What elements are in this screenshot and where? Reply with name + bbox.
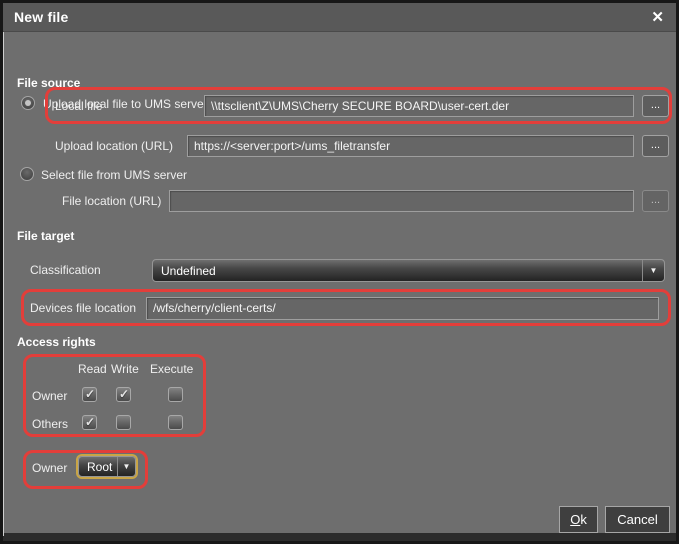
- file-target-header: File target: [17, 229, 74, 243]
- chevron-down-icon[interactable]: ▼: [642, 260, 664, 281]
- column-header-execute: Execute: [150, 362, 193, 376]
- local-file-input[interactable]: \\ttsclient\Z\UMS\Cherry SECURE BOARD\us…: [204, 95, 634, 117]
- checkbox-owner-execute[interactable]: [168, 387, 183, 402]
- owner-dropdown[interactable]: Root ▼: [78, 456, 136, 477]
- checkbox-owner-write[interactable]: [116, 387, 131, 402]
- row-owner-label: Owner: [32, 389, 67, 403]
- owner-dropdown-value: Root: [87, 460, 112, 474]
- local-file-browse-button[interactable]: ...: [642, 95, 669, 117]
- checkbox-owner-read[interactable]: [82, 387, 97, 402]
- access-rights-header: Access rights: [17, 335, 96, 349]
- ok-button-label: Ok: [560, 507, 597, 532]
- checkbox-others-execute[interactable]: [168, 415, 183, 430]
- local-file-value: \\ttsclient\Z\UMS\Cherry SECURE BOARD\us…: [211, 99, 509, 113]
- classification-dropdown[interactable]: Undefined ▼: [152, 259, 665, 282]
- upload-location-label: Upload location (URL): [55, 139, 173, 153]
- devices-file-location-value: /wfs/cherry/client-certs/: [153, 301, 276, 315]
- devices-file-location-input[interactable]: /wfs/cherry/client-certs/: [146, 297, 659, 320]
- radio-select-from-ums[interactable]: [20, 167, 34, 181]
- classification-value: Undefined: [161, 264, 216, 278]
- file-location-input[interactable]: [169, 190, 634, 212]
- dialog-body: File source Upload local file to UMS ser…: [4, 33, 676, 533]
- column-header-write: Write: [111, 362, 139, 376]
- cancel-button-label: Cancel: [606, 507, 669, 532]
- radio-select-from-ums-label: Select file from UMS server: [41, 168, 187, 182]
- row-others-label: Others: [32, 417, 68, 431]
- window-bottom-border: [3, 533, 676, 541]
- upload-location-value: https://<server:port>/ums_filetransfer: [194, 139, 390, 153]
- window-edge-highlight: [3, 3, 4, 536]
- close-icon[interactable]: ✕: [651, 8, 664, 26]
- file-source-header: File source: [17, 76, 80, 90]
- cancel-button[interactable]: Cancel: [605, 506, 670, 533]
- ok-button[interactable]: Ok: [559, 506, 598, 533]
- checkbox-others-write[interactable]: [116, 415, 131, 430]
- classification-label: Classification: [30, 263, 101, 277]
- dialog-title: New file: [14, 9, 69, 25]
- checkbox-others-read[interactable]: [82, 415, 97, 430]
- owner-select-label: Owner: [32, 461, 67, 475]
- column-header-read: Read: [78, 362, 107, 376]
- local-file-label: Local file: [55, 99, 102, 113]
- file-location-label: File location (URL): [62, 194, 161, 208]
- new-file-dialog: New file ✕ File source Upload local file…: [0, 0, 679, 544]
- upload-location-input[interactable]: https://<server:port>/ums_filetransfer: [187, 135, 634, 157]
- file-location-browse-button[interactable]: ...: [642, 190, 669, 212]
- dialog-titlebar[interactable]: New file ✕: [3, 3, 676, 32]
- upload-location-browse-button[interactable]: ...: [642, 135, 669, 157]
- devices-file-location-label: Devices file location: [30, 301, 136, 315]
- chevron-down-icon[interactable]: ▼: [117, 457, 135, 476]
- radio-upload-local-file[interactable]: [21, 96, 35, 110]
